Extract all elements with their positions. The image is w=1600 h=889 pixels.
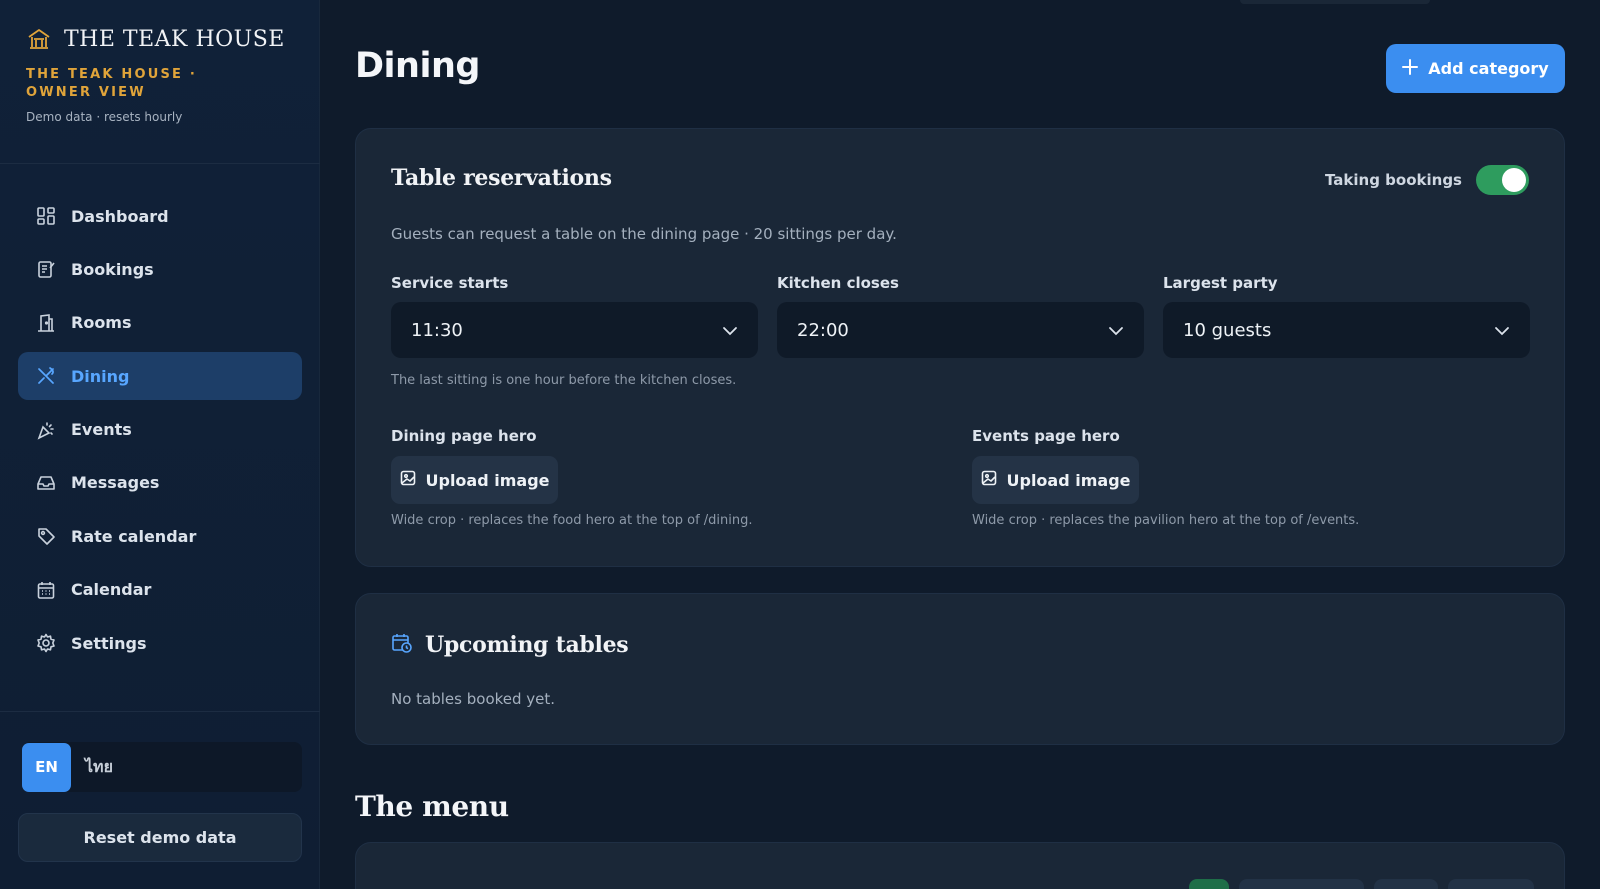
sidebar-item-rooms[interactable]: Rooms (18, 299, 302, 347)
sidebar-item-label: Rate calendar (71, 526, 197, 546)
dining-hero-hint: Wide crop · replaces the food hero at th… (391, 513, 753, 528)
calendar-icon (36, 580, 56, 600)
reservations-card: Table reservations Taking bookings Guest… (355, 128, 1565, 567)
rooms-icon (36, 313, 56, 333)
add-category-button[interactable]: Add category (1386, 44, 1565, 93)
brand: THE TEAK HOUSE THE TEAK HOUSE · OWNER VI… (26, 26, 306, 125)
kitchen-closes-select[interactable]: 22:00 (777, 302, 1144, 358)
rate-tag-icon (36, 526, 56, 546)
sidebar-item-dining[interactable]: Dining (18, 352, 302, 401)
chevron-down-icon (1108, 320, 1124, 341)
taking-bookings-label: Taking bookings (1325, 171, 1462, 189)
menu-action-button[interactable] (1448, 879, 1534, 889)
calendar-clock-icon (391, 632, 413, 658)
upcoming-tables-card: Upcoming tables No tables booked yet. (355, 593, 1565, 745)
language-switcher: EN ไทย (22, 742, 302, 792)
sidebar-item-label: Messages (71, 473, 160, 493)
upcoming-tables-title: Upcoming tables (425, 632, 629, 658)
sidebar-nav: Dashboard Bookings Rooms Dining Events M… (18, 192, 302, 673)
sidebar-divider (0, 711, 320, 712)
sidebar-item-label: Rooms (71, 313, 132, 333)
menu-card (355, 842, 1565, 889)
largest-party-value: 10 guests (1183, 319, 1272, 341)
language-en-button[interactable]: EN (22, 742, 71, 792)
plus-icon (1402, 58, 1419, 79)
sidebar-divider (0, 163, 320, 164)
upload-image-label: Upload image (425, 470, 550, 490)
chevron-down-icon (1494, 320, 1510, 341)
dining-hero-label: Dining page hero (391, 427, 537, 445)
sidebar-item-dashboard[interactable]: Dashboard (18, 192, 302, 240)
sidebar-item-messages[interactable]: Messages (18, 459, 302, 507)
toggle-knob (1502, 168, 1526, 192)
chevron-down-icon (722, 320, 738, 341)
page-title: Dining (355, 46, 480, 86)
taking-bookings-toggle[interactable] (1476, 165, 1529, 195)
sidebar-item-events[interactable]: Events (18, 406, 302, 454)
kitchen-closes-label: Kitchen closes (777, 274, 899, 292)
largest-party-label: Largest party (1163, 274, 1278, 292)
reset-demo-button[interactable]: Reset demo data (18, 813, 302, 862)
sidebar-item-calendar[interactable]: Calendar (18, 566, 302, 614)
messages-icon (36, 473, 56, 493)
image-upload-icon (981, 470, 997, 490)
upcoming-tables-empty: No tables booked yet. (391, 690, 556, 708)
brand-subtitle: THE TEAK HOUSE · OWNER VIEW (26, 67, 197, 100)
sidebar-item-label: Calendar (71, 580, 152, 600)
sidebar-item-label: Bookings (71, 259, 154, 279)
menu-section-title: The menu (355, 790, 509, 823)
events-icon (36, 420, 56, 440)
reservations-title: Table reservations (391, 165, 612, 191)
temple-logo-icon (26, 26, 52, 52)
sidebar-item-settings[interactable]: Settings (18, 619, 302, 667)
service-starts-label: Service starts (391, 274, 509, 292)
dining-hero-upload-button[interactable]: Upload image (391, 456, 558, 504)
kitchen-closes-value: 22:00 (797, 319, 849, 341)
sidebar-item-label: Dashboard (71, 206, 169, 226)
sidebar-item-label: Settings (71, 633, 147, 653)
add-category-label: Add category (1428, 59, 1549, 78)
gear-icon (36, 633, 56, 653)
upcoming-tables-header: Upcoming tables (391, 632, 629, 658)
last-sitting-hint: The last sitting is one hour before the … (391, 373, 737, 388)
service-starts-select[interactable]: 11:30 (391, 302, 758, 358)
sidebar-item-label: Dining (71, 366, 130, 386)
events-hero-hint: Wide crop · replaces the pavilion hero a… (972, 513, 1360, 528)
events-hero-label: Events page hero (972, 427, 1120, 445)
image-upload-icon (400, 470, 416, 490)
brand-note: Demo data · resets hourly (26, 110, 183, 124)
sidebar-item-label: Events (71, 420, 132, 440)
dining-icon (36, 366, 56, 386)
top-scroll-shadow (1240, 0, 1430, 4)
reservations-description: Guests can request a table on the dining… (391, 225, 897, 243)
menu-card-toolbar (1189, 879, 1534, 889)
menu-toggle[interactable] (1189, 879, 1229, 889)
upload-image-label: Upload image (1006, 470, 1131, 490)
sidebar-item-rate-calendar[interactable]: Rate calendar (18, 512, 302, 560)
brand-name: THE TEAK HOUSE (64, 26, 285, 52)
events-hero-upload-button[interactable]: Upload image (972, 456, 1139, 504)
sidebar: THE TEAK HOUSE THE TEAK HOUSE · OWNER VI… (0, 0, 320, 889)
largest-party-select[interactable]: 10 guests (1163, 302, 1530, 358)
service-starts-value: 11:30 (411, 319, 463, 341)
bookings-icon (36, 259, 56, 279)
sidebar-item-bookings[interactable]: Bookings (18, 245, 302, 293)
taking-bookings: Taking bookings (1325, 165, 1529, 195)
dashboard-icon (36, 206, 56, 226)
language-th-button[interactable]: ไทย (85, 755, 113, 780)
menu-action-button[interactable] (1374, 879, 1438, 889)
menu-action-button[interactable] (1239, 879, 1364, 889)
